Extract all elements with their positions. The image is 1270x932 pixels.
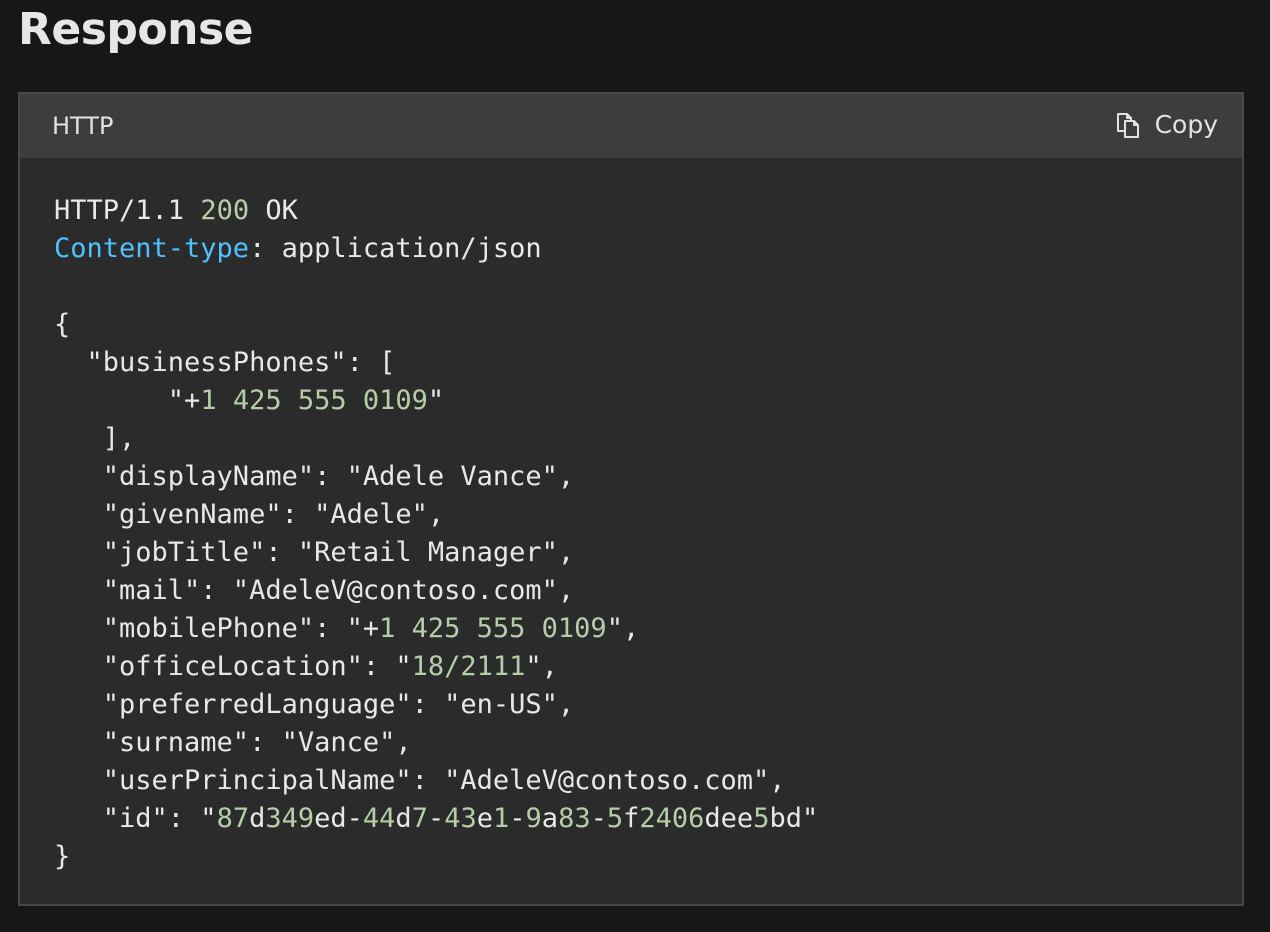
code-token: ], <box>54 423 136 454</box>
code-token: a <box>541 803 559 834</box>
code-token-number: 7 <box>411 803 428 834</box>
code-token: f <box>623 803 640 834</box>
code-token: e <box>476 803 493 834</box>
code-token-number: 349 <box>265 803 315 834</box>
code-token-number: 5 <box>753 803 770 834</box>
code-token-number: 87 <box>216 803 250 834</box>
code-language-label: HTTP <box>52 112 114 140</box>
code-token: HTTP/1.1 <box>54 195 201 226</box>
code-token: bd" <box>769 803 819 834</box>
code-block-header: HTTP Copy <box>20 94 1242 158</box>
code-line: "surname": "Vance", <box>54 724 818 762</box>
code-token: ", <box>525 651 558 682</box>
code-token: - <box>427 803 445 834</box>
code-line: "userPrincipalName": "AdeleV@contoso.com… <box>54 762 818 800</box>
code-token: "jobTitle": "Retail Manager", <box>54 537 575 568</box>
code-token: "mail": "AdeleV@contoso.com", <box>54 575 575 606</box>
code-token-number: 1 425 555 0109 <box>379 613 607 644</box>
code-token-number: 44 <box>362 803 396 834</box>
code-token: "officeLocation": " <box>54 651 412 682</box>
code-line: "mobilePhone": "+1 425 555 0109", <box>54 610 818 648</box>
code-token: "+ <box>54 385 201 416</box>
code-token: d <box>249 803 266 834</box>
code-token: - <box>590 803 607 834</box>
code-token-number: 43 <box>444 803 477 834</box>
code-token: "id": " <box>54 803 217 834</box>
code-token-number: 1 <box>493 803 510 834</box>
code-token: "userPrincipalName": "AdeleV@contoso.com… <box>54 765 786 796</box>
code-line: "preferredLanguage": "en-US", <box>54 686 818 724</box>
code-token: ed- <box>314 803 363 834</box>
code-token: d <box>395 803 412 834</box>
code-token: dee <box>704 803 754 834</box>
code-token: OK <box>249 195 298 226</box>
code-token: " <box>427 385 445 416</box>
code-line: "displayName": "Adele Vance", <box>54 458 818 496</box>
code-line: "mail": "AdeleV@contoso.com", <box>54 572 818 610</box>
code-token: ", <box>606 613 640 644</box>
code-token: "mobilePhone": "+ <box>54 613 380 644</box>
code-token: "givenName": "Adele", <box>54 499 445 530</box>
code-line: "id": "87d349ed-44d7-43e1-9a83-5f2406dee… <box>54 800 818 838</box>
code-block: HTTP Copy HTTP/1.1 200 OK Content-type: a… <box>18 92 1244 906</box>
code-token: : application/json <box>249 233 542 264</box>
code-token: "displayName": "Adele Vance", <box>54 461 575 492</box>
code-line: } <box>54 838 818 876</box>
code-line: "+1 425 555 0109" <box>54 382 818 420</box>
code-token: "businessPhones": [ <box>54 347 396 378</box>
code-line: { <box>54 306 818 344</box>
code-token-number: 1 425 555 0109 <box>200 385 428 416</box>
code-line: "businessPhones": [ <box>54 344 818 382</box>
code-line: ], <box>54 420 818 458</box>
copy-button[interactable]: Copy <box>1115 110 1218 139</box>
code-token-header-name: Content-type <box>54 233 250 264</box>
code-token: "preferredLanguage": "en-US", <box>54 689 575 720</box>
code-line: HTTP/1.1 200 OK <box>54 192 818 230</box>
code-token: "surname": "Vance", <box>54 727 412 758</box>
copy-icon <box>1116 112 1139 138</box>
section-heading: Response <box>18 4 254 55</box>
code-line: "givenName": "Adele", <box>54 496 818 534</box>
code-token-number: 2406 <box>639 803 705 834</box>
code-line: "officeLocation": "18/2111", <box>54 648 818 686</box>
copy-button-label: Copy <box>1154 110 1218 139</box>
code-token-number: 83 <box>558 803 591 834</box>
code-line: Content-type: application/json <box>54 230 818 268</box>
code-token: - <box>509 803 526 834</box>
code-token: { <box>54 309 71 340</box>
code-token-number: 18/2111 <box>411 651 526 682</box>
code-token: } <box>54 841 71 872</box>
code-line: "jobTitle": "Retail Manager", <box>54 534 818 572</box>
code-content: HTTP/1.1 200 OK Content-type: application… <box>54 192 818 876</box>
code-token-number: 9 <box>525 803 542 834</box>
code-token-number: 5 <box>606 803 624 834</box>
code-token-number: 200 <box>200 195 250 226</box>
